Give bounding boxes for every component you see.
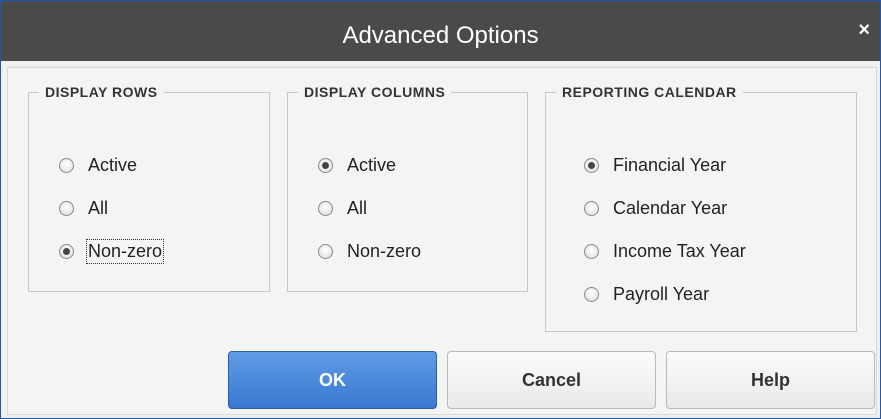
- radio-selected-icon[interactable]: [584, 158, 599, 173]
- reporting-calendar-option-payroll-year[interactable]: Payroll Year: [584, 284, 709, 305]
- title-bar: Advanced Options ×: [1, 1, 880, 61]
- option-label: Calendar Year: [613, 198, 728, 218]
- radio-icon[interactable]: [59, 158, 74, 173]
- radio-icon[interactable]: [59, 201, 74, 216]
- radio-icon[interactable]: [584, 244, 599, 259]
- radio-icon[interactable]: [584, 287, 599, 302]
- close-icon[interactable]: ×: [858, 19, 870, 42]
- option-label: All: [88, 198, 109, 218]
- option-label: Non-zero: [85, 239, 165, 264]
- display-columns-option-all[interactable]: All: [318, 198, 367, 219]
- advanced-options-dialog: Advanced Options × DISPLAY ROWS Active A…: [0, 0, 881, 419]
- display-rows-option-all[interactable]: All: [59, 198, 108, 219]
- dialog-title: Advanced Options: [342, 22, 539, 49]
- help-button[interactable]: Help: [666, 351, 875, 409]
- option-label: Active: [347, 155, 397, 175]
- radio-selected-icon[interactable]: [59, 244, 74, 259]
- option-label: Active: [88, 155, 138, 175]
- radio-icon[interactable]: [318, 244, 333, 259]
- cancel-button[interactable]: Cancel: [447, 351, 656, 409]
- dialog-body: DISPLAY ROWS Active All Non-zero DISPLAY…: [7, 67, 877, 415]
- option-label: Income Tax Year: [613, 241, 746, 261]
- display-rows-option-non-zero[interactable]: Non-zero: [59, 239, 165, 264]
- reporting-calendar-group: REPORTING CALENDAR Financial Year Calend…: [545, 84, 857, 332]
- display-rows-group: DISPLAY ROWS Active All Non-zero: [28, 84, 270, 292]
- display-columns-group: DISPLAY COLUMNS Active All Non-zero: [287, 84, 528, 292]
- option-label: All: [347, 198, 368, 218]
- reporting-calendar-option-calendar-year[interactable]: Calendar Year: [584, 198, 727, 219]
- reporting-calendar-option-financial-year[interactable]: Financial Year: [584, 155, 726, 176]
- display-columns-option-active[interactable]: Active: [318, 155, 396, 176]
- display-rows-legend: DISPLAY ROWS: [45, 84, 158, 100]
- ok-button[interactable]: OK: [228, 351, 437, 409]
- radio-selected-icon[interactable]: [318, 158, 333, 173]
- display-columns-option-non-zero[interactable]: Non-zero: [318, 241, 421, 262]
- radio-icon[interactable]: [318, 201, 333, 216]
- option-label: Non-zero: [347, 241, 422, 261]
- reporting-calendar-option-income-tax-year[interactable]: Income Tax Year: [584, 241, 746, 262]
- reporting-calendar-legend: REPORTING CALENDAR: [562, 84, 737, 100]
- display-columns-legend: DISPLAY COLUMNS: [304, 84, 446, 100]
- option-label: Payroll Year: [613, 284, 710, 304]
- display-rows-option-active[interactable]: Active: [59, 155, 137, 176]
- option-label: Financial Year: [613, 155, 727, 175]
- radio-icon[interactable]: [584, 201, 599, 216]
